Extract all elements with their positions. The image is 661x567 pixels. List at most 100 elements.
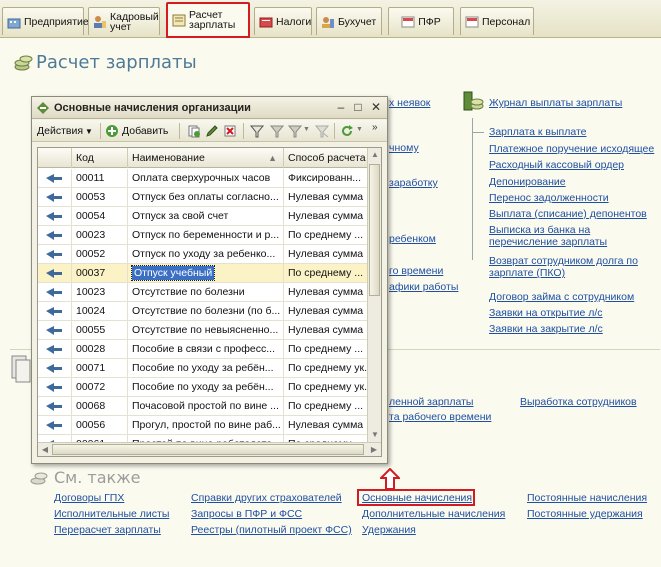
table-row[interactable]: 10024 Отсутствие по болезни (по б... Нулев… <box>38 302 368 321</box>
link-bank-statement[interactable]: Выписка из банка на перечисление зарплат… <box>489 224 607 248</box>
scroll-thumb[interactable] <box>52 444 364 455</box>
link-gph-contracts[interactable]: Договоры ГПХ <box>54 492 124 504</box>
table-row[interactable]: 10023 Отсутствие по болезни Нулевая сумма <box>38 283 368 302</box>
column-header-method[interactable]: Способ расчета <box>284 148 368 168</box>
tab-personnel[interactable]: Кадровый учет <box>88 7 160 35</box>
column-header-name[interactable]: Наименование ▲ <box>128 148 284 168</box>
link-child-care[interactable]: ребенком <box>389 233 436 245</box>
toolbar-separator <box>334 123 335 139</box>
table-row[interactable]: 00072 Пособие по уходу за ребён... По сред… <box>38 378 368 397</box>
close-icon[interactable]: ✕ <box>369 100 383 114</box>
link-recalculation[interactable]: Перерасчет зарплаты <box>54 524 161 536</box>
more-icon[interactable]: » <box>372 122 378 133</box>
table-row[interactable]: 00037 Отпуск учебный По среднему ... <box>38 264 368 283</box>
row-icon-cell <box>38 359 72 378</box>
link-permanent-deductions[interactable]: Постоянные удержания <box>527 508 643 520</box>
link-salary[interactable]: ленной зарплаты <box>389 396 473 408</box>
row-icon-cell <box>38 321 72 340</box>
link-time[interactable]: го времени <box>389 265 443 277</box>
see-also-title: См. также <box>54 468 141 487</box>
tab-payroll[interactable]: Расчет зарплаты <box>166 2 250 38</box>
cell-method: Нулевая сумма <box>284 188 368 207</box>
link-salary-payable[interactable]: Зарплата к выплате <box>489 126 586 138</box>
copy-icon[interactable] <box>187 124 201 138</box>
add-button[interactable]: Добавить <box>105 123 168 139</box>
chevron-down-icon[interactable]: ▼ <box>303 126 310 133</box>
cell-code: 00023 <box>72 226 128 245</box>
accrual-type-icon <box>46 193 62 202</box>
scroll-left-icon[interactable]: ◀ <box>38 443 52 456</box>
link-other-insurers[interactable]: Справки других страхователей <box>191 492 342 504</box>
delete-icon[interactable] <box>223 124 237 138</box>
actions-menu-button[interactable]: Действия ▼ <box>37 123 93 139</box>
scroll-thumb[interactable] <box>369 164 380 296</box>
filter-icon[interactable] <box>250 124 264 138</box>
link-employee-output[interactable]: Выработка сотрудников <box>520 396 637 408</box>
link-fss-registers[interactable]: Реестры (пилотный проект ФСС) <box>191 524 352 536</box>
clear-filter-icon[interactable] <box>315 124 329 138</box>
scroll-right-icon[interactable]: ▶ <box>367 443 381 456</box>
link-deposit-payout[interactable]: Выплата (списание) депонентов <box>489 208 647 220</box>
tab-taxes[interactable]: Налоги <box>254 7 312 35</box>
link-absences[interactable]: х неявок <box>389 97 430 109</box>
link-additional-accruals[interactable]: Дополнительные начисления <box>362 508 505 520</box>
link-payment-order[interactable]: Платежное поручение исходящее <box>489 143 654 155</box>
cell-name: Пособие по уходу за ребён... <box>128 378 284 397</box>
table-row[interactable]: 00023 Отпуск по беременности и р... По сре… <box>38 226 368 245</box>
tab-staff[interactable]: Персонал <box>460 7 534 35</box>
link-close-account[interactable]: Заявки на закрытие л/с <box>489 323 603 335</box>
chevron-down-icon[interactable]: ▼ <box>356 126 363 133</box>
sort-icon: ▲ <box>268 153 277 163</box>
table-row[interactable]: 00054 Отпуск за свой счет Нулевая сумма <box>38 207 368 226</box>
link-writs[interactable]: Исполнительные листы <box>54 508 169 520</box>
horizontal-scrollbar[interactable]: ◀ ▶ <box>38 442 381 456</box>
cell-code: 00056 <box>72 416 128 435</box>
link-debt-transfer[interactable]: Перенос задолженности <box>489 192 609 204</box>
cell-code: 00011 <box>72 169 128 188</box>
tab-enterprise[interactable]: Предприятие <box>2 7 89 35</box>
maximize-icon[interactable]: □ <box>351 100 365 114</box>
column-header-code[interactable]: Код <box>72 148 128 168</box>
table-row[interactable]: 00068 Почасовой простой по вине ... По сре… <box>38 397 368 416</box>
scroll-up-icon[interactable]: ▲ <box>368 148 381 162</box>
table-row[interactable]: 00028 Пособие в связи с професс... По сред… <box>38 340 368 359</box>
link-open-account[interactable]: Заявки на открытие л/с <box>489 307 603 319</box>
edit-icon[interactable] <box>205 124 219 138</box>
cell-code: 10024 <box>72 302 128 321</box>
table-row[interactable]: 00056 Прогул, простой по вине раб... Нулев… <box>38 416 368 435</box>
refresh-icon[interactable] <box>340 124 354 138</box>
tab-pfr[interactable]: ПФР <box>388 7 454 35</box>
table-row[interactable]: 00055 Отсутствие по невыясненно... Нулевая… <box>38 321 368 340</box>
table-row[interactable]: 00053 Отпуск без оплаты согласно... Нулева… <box>38 188 368 207</box>
minimize-icon[interactable]: – <box>334 100 348 114</box>
scroll-down-icon[interactable]: ▼ <box>368 428 381 442</box>
enterprise-icon <box>7 18 21 28</box>
link-payment-journal[interactable]: Журнал выплаты зарплаты <box>489 97 622 109</box>
filter-settings-icon[interactable] <box>270 124 284 138</box>
row-icon-cell <box>38 264 72 283</box>
table-row[interactable]: 00071 Пособие по уходу за ребён... По сред… <box>38 359 368 378</box>
link-permanent-accruals[interactable]: Постоянные начисления <box>527 492 647 504</box>
link-deductions[interactable]: Удержания <box>362 524 416 536</box>
vertical-scrollbar[interactable]: ▲ ▼ <box>367 148 381 442</box>
link-schedules[interactable]: афики работы <box>389 281 458 293</box>
add-label: Добавить <box>122 125 169 137</box>
column-header-name-label: Наименование <box>132 152 205 164</box>
table-row[interactable]: 00011 Оплата сверхурочных часов Фиксирован… <box>38 169 368 188</box>
link-debt-return[interactable]: Возврат сотрудником долга по зарплате (П… <box>489 255 638 279</box>
link-deposit[interactable]: Депонирование <box>489 176 566 188</box>
link-by-earnings[interactable]: заработку <box>389 177 438 189</box>
table-row[interactable]: 00052 Отпуск по уходу за ребенко... Нулева… <box>38 245 368 264</box>
link-loan-agreement[interactable]: Договор займа с сотрудником <box>489 291 634 303</box>
link-cash-order[interactable]: Расходный кассовый ордер <box>489 159 624 171</box>
tab-accounting[interactable]: Бухучет <box>316 7 382 35</box>
row-icon-cell <box>38 397 72 416</box>
link-worktime[interactable]: та рабочего времени <box>389 411 491 423</box>
filter-list-icon[interactable] <box>288 124 302 138</box>
dialog-titlebar[interactable]: Основные начисления организации – □ ✕ <box>32 97 387 119</box>
link-pfr-fss-requests[interactable]: Запросы в ПФР и ФСС <box>191 508 302 520</box>
tree-connector <box>472 118 473 260</box>
cell-name: Пособие по уходу за ребён... <box>128 359 284 378</box>
row-icon-cell <box>38 416 72 435</box>
link-per-order[interactable]: чному <box>389 142 419 154</box>
